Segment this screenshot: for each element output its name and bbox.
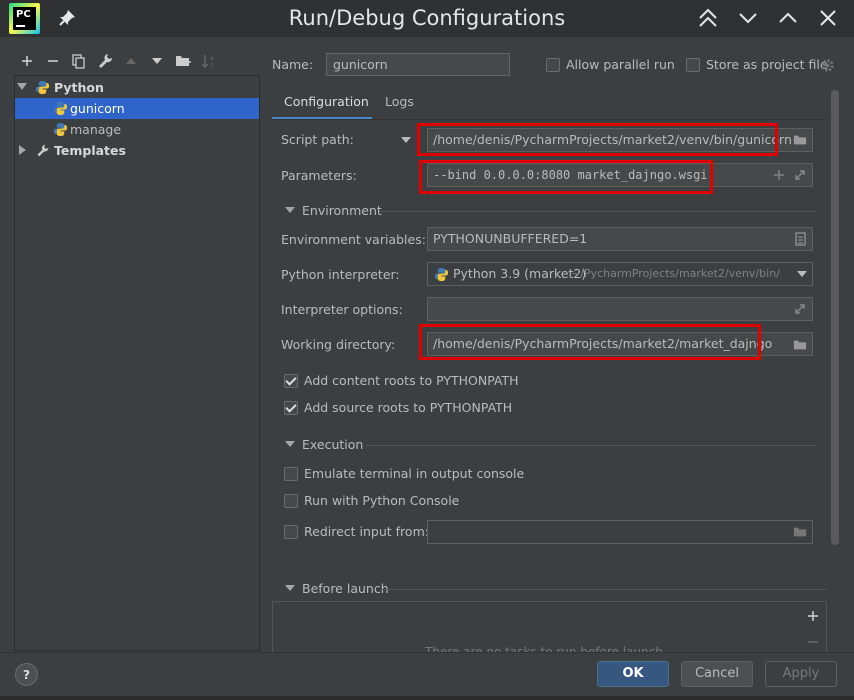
svg-text:z: z [210, 62, 213, 69]
wrench-icon [37, 144, 49, 157]
folder-icon[interactable] [793, 133, 807, 147]
redirect-input-checkbox[interactable] [284, 525, 298, 539]
highlight-box [417, 123, 778, 156]
add-source-roots-label: Add source roots to PYTHONPATH [304, 400, 513, 415]
store-project-checkbox[interactable] [686, 58, 700, 72]
svg-text:a: a [210, 55, 214, 62]
interpreter-path: ~/PycharmProjects/market2/venv/bin/pyth [571, 267, 781, 280]
ok-button[interactable]: OK [597, 661, 669, 687]
tree-item-manage[interactable]: manage [15, 119, 259, 140]
store-project-label: Store as project file [706, 57, 828, 72]
window-restore-icon[interactable] [776, 6, 800, 30]
cancel-button[interactable]: Cancel [681, 661, 753, 687]
window-maximize-icon[interactable] [696, 6, 720, 30]
window-bottom-edge [0, 696, 854, 700]
env-vars-input[interactable]: PYTHONUNBUFFERED=1 [427, 227, 813, 251]
add-icon[interactable] [772, 168, 786, 182]
interpreter-value: Python 3.9 (market2) [453, 266, 587, 281]
folder-icon[interactable] [793, 338, 807, 352]
window-minimize-icon[interactable] [736, 6, 760, 30]
emulate-terminal-label: Emulate terminal in output console [304, 466, 525, 481]
chevron-down-icon[interactable] [797, 271, 807, 278]
section-divider [380, 589, 826, 590]
before-launch-task-list: There are no tasks to run before launch [272, 601, 827, 653]
configuration-panel: Script path: /home/denis/PycharmProjects… [272, 120, 829, 556]
move-down-icon[interactable] [148, 52, 166, 70]
script-type-dropdown-icon[interactable] [401, 136, 411, 144]
scrollbar-thumb[interactable] [831, 90, 839, 545]
title-bar: PC Run/Debug Configurations [0, 0, 854, 37]
move-up-icon[interactable] [122, 52, 140, 70]
python-icon [53, 101, 68, 116]
add-icon[interactable] [18, 52, 36, 70]
tree-item-label: manage [70, 122, 122, 137]
tree-item-label: Templates [54, 143, 126, 158]
python-icon [53, 122, 68, 137]
remove-task-icon[interactable] [806, 638, 820, 646]
python-icon [434, 267, 449, 282]
expand-icon[interactable] [793, 168, 807, 182]
tree-item-label: gunicorn [70, 101, 125, 116]
vertical-scrollbar[interactable] [831, 90, 840, 545]
collapse-arrow-icon[interactable] [18, 145, 28, 155]
section-divider [380, 211, 817, 212]
python-console-label: Run with Python Console [304, 493, 460, 508]
add-task-icon[interactable] [806, 609, 820, 623]
tab-logs[interactable]: Logs [373, 90, 426, 120]
interpreter-options-label: Interpreter options: [281, 302, 403, 317]
tree-item-python[interactable]: Python [15, 77, 259, 98]
interpreter-label: Python interpreter: [281, 267, 400, 282]
tab-configuration[interactable]: Configuration [272, 90, 372, 120]
sort-icon[interactable]: az [200, 52, 218, 70]
expand-arrow-icon[interactable] [17, 82, 27, 92]
environment-section-title: Environment [302, 203, 382, 218]
remove-icon[interactable] [44, 52, 62, 70]
wrench-icon[interactable] [96, 52, 114, 70]
add-content-roots-label: Add content roots to PYTHONPATH [304, 373, 519, 388]
copy-icon[interactable] [70, 52, 88, 70]
highlight-box [419, 324, 761, 360]
emulate-terminal-checkbox[interactable] [284, 467, 298, 481]
add-source-roots-checkbox[interactable] [284, 401, 298, 415]
interpreter-select[interactable]: Python 3.9 (market2) ~/PycharmProjects/m… [427, 262, 813, 286]
allow-parallel-label: Allow parallel run [566, 57, 675, 72]
working-dir-label: Working directory: [281, 337, 396, 352]
document-icon[interactable] [793, 232, 807, 246]
interpreter-options-input[interactable] [427, 297, 813, 321]
script-path-label: Script path: [281, 132, 354, 147]
section-divider [366, 445, 817, 446]
name-label: Name: [272, 57, 314, 72]
env-vars-label: Environment variables: [281, 232, 426, 247]
env-vars-value: PYTHONUNBUFFERED=1 [433, 231, 588, 246]
folder-icon[interactable] [793, 525, 807, 539]
config-toolbar: az [14, 50, 260, 72]
redirect-input-field[interactable] [427, 520, 813, 544]
python-icon [35, 80, 50, 95]
apply-button[interactable]: Apply [765, 661, 837, 687]
execution-section-title: Execution [302, 437, 364, 452]
new-folder-icon[interactable] [174, 52, 192, 70]
tree-item-templates[interactable]: Templates [15, 140, 259, 161]
python-console-checkbox[interactable] [284, 494, 298, 508]
name-input[interactable]: gunicorn [326, 53, 510, 76]
add-content-roots-checkbox[interactable] [284, 374, 298, 388]
tree-item-label: Python [54, 80, 104, 95]
gear-icon[interactable] [820, 58, 835, 73]
parameters-label: Parameters: [281, 168, 357, 183]
before-launch-title: Before launch [302, 581, 389, 596]
expand-icon[interactable] [793, 302, 807, 316]
highlight-box [419, 160, 713, 194]
configurations-tree: Python gunicorn manage Templates [14, 75, 260, 651]
window-close-icon[interactable] [816, 6, 840, 30]
allow-parallel-checkbox[interactable] [546, 58, 560, 72]
tree-item-gunicorn[interactable]: gunicorn [15, 98, 259, 119]
redirect-input-label: Redirect input from: [304, 524, 429, 539]
help-button[interactable]: ? [15, 663, 38, 686]
window-title: Run/Debug Configurations [288, 6, 566, 30]
